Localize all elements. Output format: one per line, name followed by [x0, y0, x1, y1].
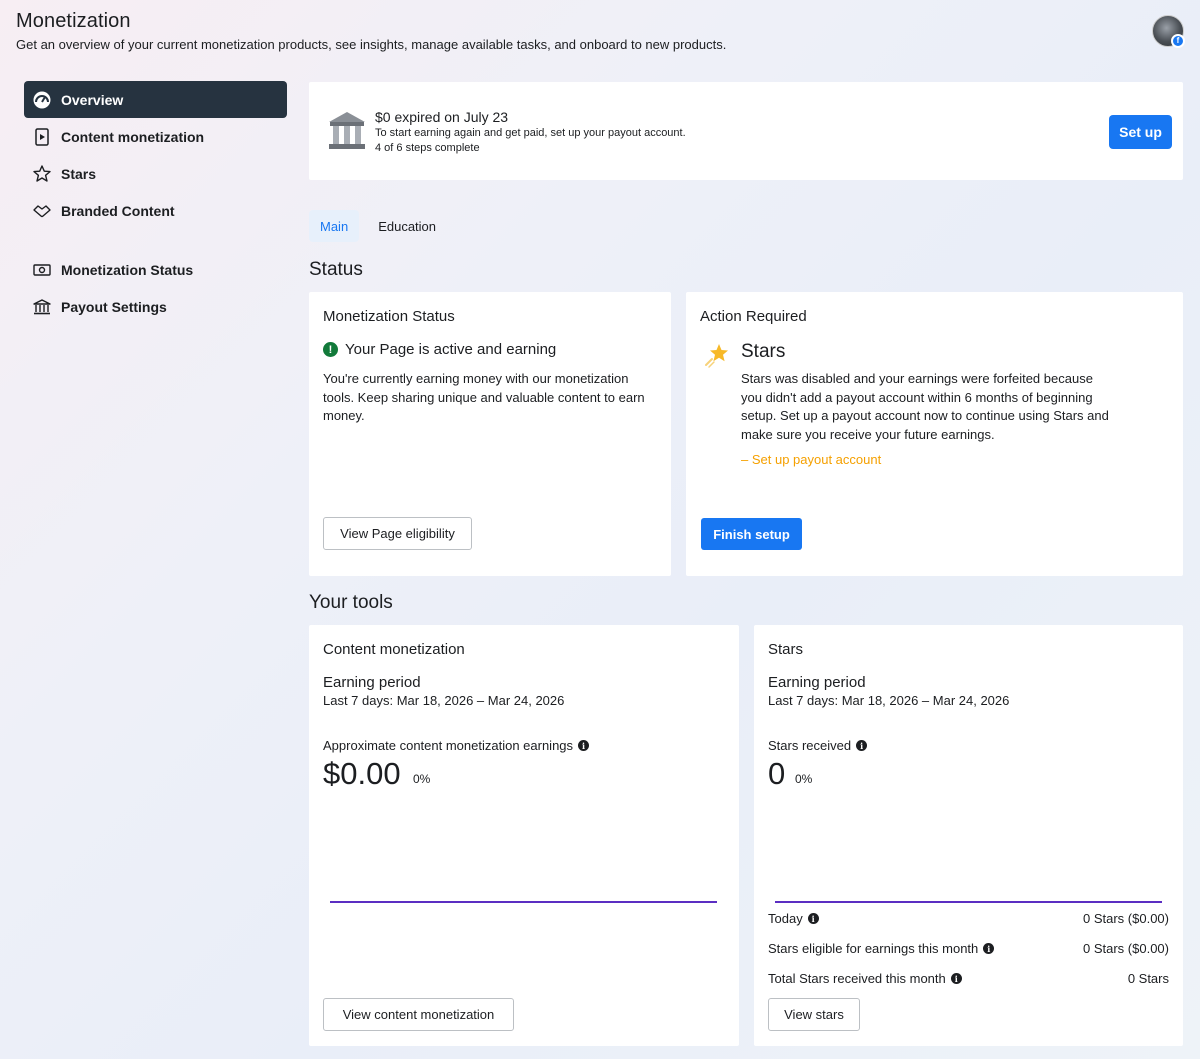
sidebar-item-content-monetization[interactable]: Content monetization [24, 118, 287, 155]
metric-label: Approximate content monetization earning… [323, 738, 590, 753]
set-up-button[interactable]: Set up [1109, 115, 1172, 149]
banner-title: $0 expired on July 23 [375, 109, 509, 125]
card-title: Monetization Status [323, 308, 455, 325]
stars-card: Stars Earning period Last 7 days: Mar 18… [754, 625, 1183, 1046]
sidebar-item-label: Stars [61, 165, 97, 182]
earnings-chart-line [330, 901, 717, 903]
tab-bar: Main Education [309, 210, 447, 242]
page-subtitle: Get an overview of your current monetiza… [16, 37, 727, 52]
info-icon[interactable]: i [856, 740, 868, 751]
tab-education[interactable]: Education [367, 210, 447, 242]
view-page-eligibility-button[interactable]: View Page eligibility [323, 517, 472, 550]
page-header: Monetization Get an overview of your cur… [16, 10, 726, 52]
metric-label: Stars received i [768, 738, 868, 753]
shooting-star-icon [703, 341, 731, 369]
action-required-card: Action Required Stars Stars was disabled… [686, 292, 1183, 576]
sidebar-item-payout-settings[interactable]: Payout Settings [24, 288, 287, 325]
sidebar-item-label: Content monetization [61, 128, 205, 145]
sidebar-item-overview[interactable]: Overview [24, 81, 287, 118]
sidebar-item-label: Monetization Status [61, 261, 194, 278]
section-title-status: Status [309, 259, 363, 280]
payout-banner: $0 expired on July 23 To start earning a… [309, 82, 1183, 180]
stat-label: Today [768, 911, 803, 926]
metric-change: 0% [413, 772, 431, 786]
status-headline: Your Page is active and earning [345, 341, 557, 358]
banner-progress: 4 of 6 steps complete [375, 142, 480, 154]
content-monetization-card: Content monetization Earning period Last… [309, 625, 739, 1046]
finish-setup-button[interactable]: Finish setup [701, 518, 802, 550]
view-content-monetization-button[interactable]: View content monetization [323, 998, 514, 1031]
sidebar-item-monetization-status[interactable]: Monetization Status [24, 251, 287, 288]
info-icon[interactable]: i [983, 943, 995, 954]
stat-row-today: Today i 0 Stars ($0.00) [768, 911, 1169, 926]
view-stars-button[interactable]: View stars [768, 998, 860, 1031]
stars-chart-line [775, 901, 1162, 903]
info-icon[interactable]: i [807, 913, 819, 924]
stat-label: Stars eligible for earnings this month [768, 941, 979, 956]
metric-value: $0.00 [323, 756, 401, 791]
success-icon: ! [323, 342, 338, 357]
stat-value: 0 Stars ($0.00) [1083, 911, 1169, 926]
sidebar-item-label: Branded Content [61, 202, 175, 219]
info-icon[interactable]: i [950, 973, 962, 984]
bank-icon [32, 297, 52, 317]
monetization-status-card: Monetization Status ! Your Page is activ… [309, 292, 671, 576]
card-title: Action Required [700, 308, 807, 325]
sidebar-item-label: Overview [61, 91, 124, 108]
page-title: Monetization [16, 10, 131, 32]
stat-value: 0 Stars [1127, 971, 1169, 986]
metric-change: 0% [795, 772, 813, 786]
dashboard-icon [32, 90, 52, 110]
section-title-tools: Your tools [309, 592, 393, 613]
metric-label-text: Approximate content monetization earning… [323, 738, 574, 753]
banner-description: To start earning again and get paid, set… [375, 127, 686, 139]
earning-period-label: Earning period [323, 674, 421, 691]
earning-period-range: Last 7 days: Mar 18, 2026 – Mar 24, 2026 [768, 693, 1010, 708]
star-outline-icon [32, 164, 52, 184]
sidebar-item-stars[interactable]: Stars [24, 155, 287, 192]
avatar[interactable]: f [1152, 15, 1185, 48]
metric-value: 0 [768, 756, 786, 791]
metric-label-text: Stars received [768, 738, 852, 753]
video-page-icon [32, 127, 52, 147]
earning-period-range: Last 7 days: Mar 18, 2026 – Mar 24, 2026 [323, 693, 565, 708]
stat-value: 0 Stars ($0.00) [1083, 941, 1169, 956]
sidebar-item-label: Payout Settings [61, 298, 167, 315]
card-title: Stars [768, 641, 804, 658]
facebook-badge-icon: f [1171, 34, 1185, 48]
info-icon[interactable]: i [578, 740, 590, 751]
tab-main[interactable]: Main [309, 210, 360, 242]
earning-period-label: Earning period [768, 674, 866, 691]
action-description: Stars was disabled and your earnings wer… [741, 371, 1109, 442]
card-title: Content monetization [323, 641, 465, 658]
stat-label: Total Stars received this month [768, 971, 946, 986]
stat-row-total: Total Stars received this month i 0 Stars [768, 971, 1169, 986]
money-status-icon [32, 260, 52, 280]
status-description: You're currently earning money with our … [323, 371, 645, 423]
stat-row-eligible: Stars eligible for earnings this month i … [768, 941, 1169, 956]
stars-heading: Stars [741, 341, 786, 362]
payout-step-link[interactable]: – Set up payout account [741, 452, 881, 467]
active-status-line: ! Your Page is active and earning [323, 341, 556, 358]
sidebar: Overview Content monetization Stars Bran… [24, 81, 287, 325]
bank-building-icon [325, 108, 369, 152]
handshake-icon [32, 201, 52, 221]
sidebar-item-branded-content[interactable]: Branded Content [24, 192, 287, 229]
